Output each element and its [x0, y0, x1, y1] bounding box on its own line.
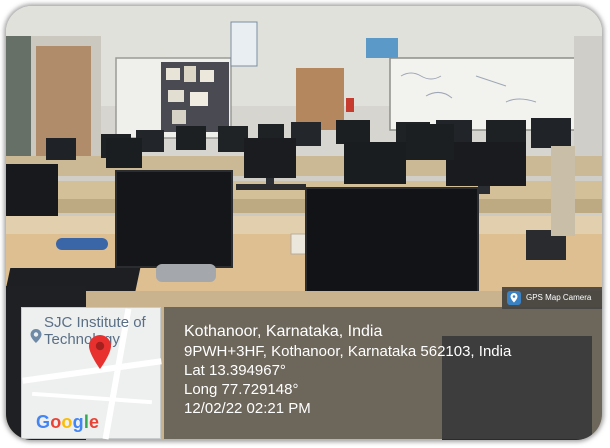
location-title: Kothanoor, Karnataka, India [184, 323, 383, 340]
timestamp: 12/02/22 02:21 PM [184, 400, 311, 417]
google-logo-letter: o [61, 412, 73, 432]
location-pin-icon [89, 335, 111, 369]
google-logo-letter: G [36, 412, 51, 432]
map-thumbnail: SJC Institute of Technology Google [21, 307, 162, 440]
location-address: 9PWH+3HF, Kothanoor, Karnataka 562103, I… [184, 343, 512, 360]
longitude: Long 77.729148° [184, 381, 299, 398]
google-logo-letter: o [50, 412, 62, 432]
latitude: Lat 13.394967° [184, 362, 286, 379]
photo-frame: GPS Map Camera SJC Institute of Technolo… [6, 6, 602, 440]
google-logo-letter: e [89, 412, 100, 432]
gps-map-camera-tag: GPS Map Camera [502, 287, 602, 309]
place-marker-icon [30, 329, 42, 343]
location-info-panel: Kothanoor, Karnataka, India 9PWH+3HF, Ko… [164, 307, 602, 439]
gps-map-camera-icon [507, 291, 521, 305]
google-logo-letter: g [72, 412, 84, 432]
gps-map-camera-label: GPS Map Camera [526, 293, 592, 302]
google-logo: Google [36, 412, 99, 433]
